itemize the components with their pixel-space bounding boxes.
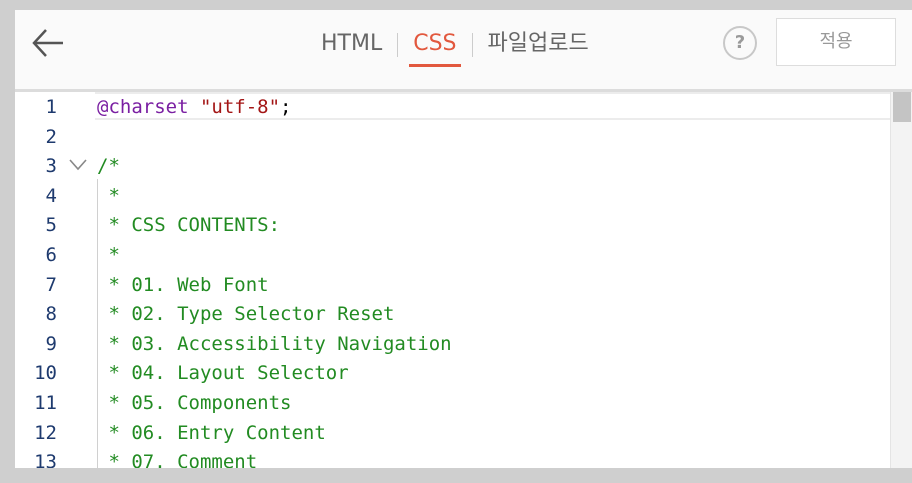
code-line[interactable]: 11 * 05. Components (15, 388, 890, 418)
code-line[interactable]: 8 * 02. Type Selector Reset (15, 299, 890, 329)
editor-window: HTML CSS 파일업로드 ? 적용 1 @charset "utf-8"; 2 3… (15, 10, 912, 468)
line-number: 12 (34, 421, 57, 444)
code-token: * (97, 184, 120, 207)
code-text: * (97, 243, 120, 267)
code-text: * 06. Entry Content (97, 421, 326, 445)
tab-css[interactable]: CSS (409, 29, 461, 67)
code-text: * 02. Type Selector Reset (97, 302, 394, 326)
line-number: 13 (34, 451, 57, 468)
code-line[interactable]: 3 /* (15, 151, 890, 181)
chevron-down-icon[interactable] (69, 157, 87, 171)
line-number: 10 (34, 362, 57, 385)
code-line[interactable]: 6 * (15, 240, 890, 270)
line-number: 9 (45, 332, 57, 355)
code-text: * 01. Web Font (97, 273, 269, 297)
code-token: * 03. Accessibility Navigation (97, 332, 452, 355)
code-text: * 05. Components (97, 391, 291, 415)
code-text: * 07. Comment (97, 450, 257, 468)
code-text: /* (97, 154, 120, 178)
code-line[interactable]: 12 * 06. Entry Content (15, 418, 890, 448)
code-token: ; (280, 96, 292, 118)
code-text: * CSS CONTENTS: (97, 213, 280, 237)
vertical-scrollbar[interactable] (890, 92, 912, 468)
tab-file-upload[interactable]: 파일업로드 (484, 29, 593, 63)
code-line[interactable]: 13 * 07. Comment (15, 447, 890, 468)
code-line[interactable]: 10 * 04. Layout Selector (15, 358, 890, 388)
code-text: * 04. Layout Selector (97, 361, 349, 385)
line-number: 1 (45, 96, 57, 118)
line-number: 8 (45, 303, 57, 326)
code-token: * 06. Entry Content (97, 421, 326, 444)
code-token: * 02. Type Selector Reset (97, 303, 395, 326)
code-text: * (97, 184, 120, 208)
line-number: 11 (34, 392, 57, 414)
code-token: * 05. Components (97, 392, 292, 414)
code-line[interactable]: 5 * CSS CONTENTS: (15, 210, 890, 240)
top-bar: HTML CSS 파일업로드 ? 적용 (15, 10, 912, 92)
code-line[interactable]: 4 * (15, 181, 890, 211)
code-token: * 04. Layout Selector (97, 362, 349, 385)
code-token: * 07. Comment (97, 451, 258, 468)
code-token: * CSS CONTENTS: (97, 214, 281, 237)
code-text: @charset "utf-8"; (97, 95, 292, 119)
code-line[interactable]: 7 * 01. Web Font (15, 270, 890, 300)
code-token: @charset (97, 96, 189, 118)
line-number: 3 (45, 155, 57, 178)
back-button[interactable] (31, 26, 65, 60)
help-button[interactable]: ? (723, 26, 757, 60)
code-line[interactable]: 1 @charset "utf-8"; (15, 92, 890, 122)
code-token: /* (97, 155, 120, 178)
code-editor[interactable]: 1 @charset "utf-8"; 2 3/* 4 * 5 * CSS CONTENT… (15, 92, 912, 468)
code-token: * 01. Web Font (97, 273, 269, 296)
line-number: 6 (45, 244, 57, 266)
tab-divider (471, 33, 473, 57)
code-line[interactable]: 2 (15, 122, 890, 152)
indent-guide (97, 179, 98, 468)
line-number: 5 (45, 214, 57, 237)
line-number: 2 (45, 125, 57, 148)
scrollbar-thumb[interactable] (893, 92, 911, 122)
code-text: * 03. Accessibility Navigation (97, 332, 452, 356)
apply-button[interactable]: 적용 (776, 18, 896, 66)
line-number: 4 (45, 184, 57, 207)
code-line[interactable]: 9 * 03. Accessibility Navigation (15, 329, 890, 359)
line-number: 7 (45, 273, 57, 296)
tab-divider (397, 33, 399, 57)
tab-bar: HTML CSS 파일업로드 (317, 29, 593, 69)
code-token: * (97, 244, 120, 266)
code-token: "utf-8" (199, 96, 281, 118)
arrow-left-icon (32, 29, 63, 57)
tab-html[interactable]: HTML (317, 29, 386, 63)
